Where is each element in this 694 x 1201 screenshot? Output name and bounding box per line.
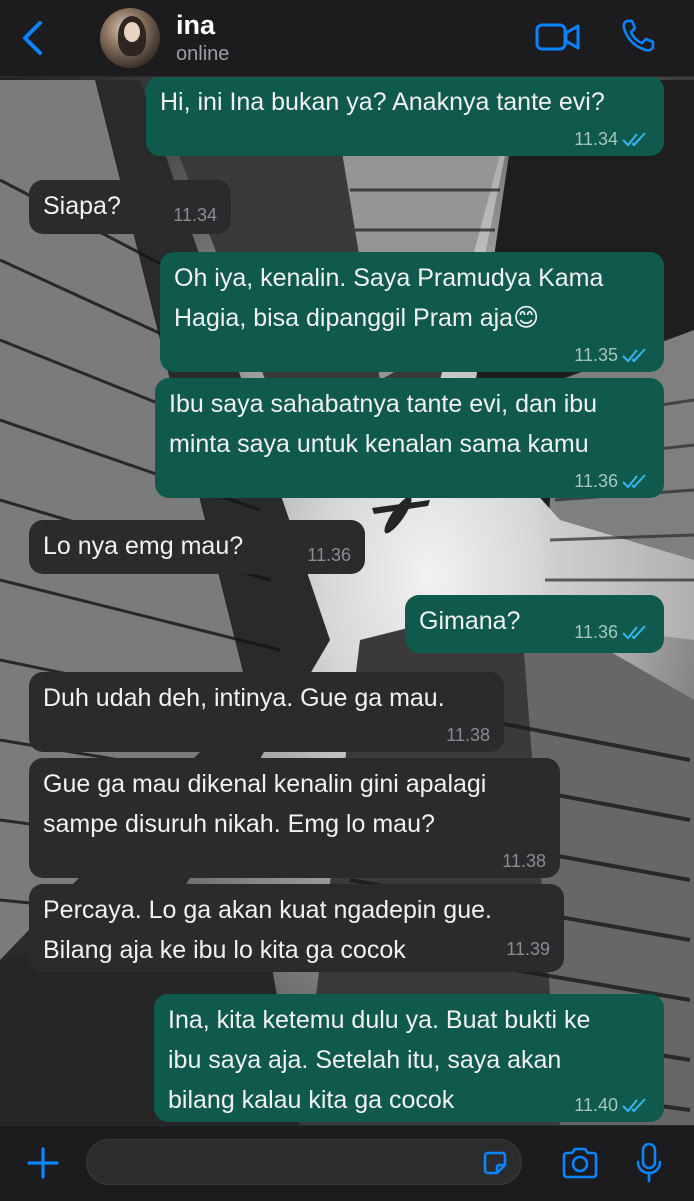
message-meta: 11.36 bbox=[574, 621, 650, 643]
message-text: sampe disuruh nikah. Emg lo mau? bbox=[43, 810, 435, 838]
message-time: 11.38 bbox=[446, 725, 490, 745]
composer-bar bbox=[0, 1125, 694, 1201]
message-time: 11.34 bbox=[173, 205, 217, 225]
message-input[interactable] bbox=[86, 1139, 522, 1185]
message-text: Percaya. Lo ga akan kuat ngadepin gue. bbox=[43, 896, 492, 924]
contact-name[interactable]: ina bbox=[176, 10, 215, 41]
message-incoming[interactable]: Siapa? 11.34 bbox=[29, 180, 231, 234]
message-meta: 11.39 bbox=[506, 938, 550, 960]
message-text: Duh udah deh, intinya. Gue ga mau. bbox=[43, 684, 445, 712]
message-meta: 11.38 bbox=[446, 724, 490, 746]
read-ticks-icon bbox=[622, 1098, 646, 1113]
message-outgoing[interactable]: Ina, kita ketemu dulu ya. Buat bukti ke … bbox=[154, 994, 664, 1122]
message-incoming[interactable]: Lo nya emg mau? 11.36 bbox=[29, 520, 365, 574]
message-time: 11.38 bbox=[502, 851, 546, 871]
message-incoming[interactable]: Percaya. Lo ga akan kuat ngadepin gue. B… bbox=[29, 884, 564, 972]
message-text: Oh iya, kenalin. Saya Pramudya Kama bbox=[174, 264, 604, 292]
message-text: Gue ga mau dikenal kenalin gini apalagi bbox=[43, 770, 487, 798]
message-incoming[interactable]: Duh udah deh, intinya. Gue ga mau. 11.38 bbox=[29, 672, 504, 752]
read-ticks-icon bbox=[622, 625, 646, 640]
read-ticks-icon bbox=[622, 132, 646, 147]
read-ticks-icon bbox=[622, 474, 646, 489]
message-outgoing[interactable]: Gimana? 11.36 bbox=[405, 595, 664, 653]
airplane-silhouette bbox=[372, 496, 430, 534]
message-outgoing[interactable]: Ibu saya sahabatnya tante evi, dan ibu m… bbox=[155, 378, 664, 498]
message-text: Hi, ini Ina bukan ya? Anaknya tante evi? bbox=[160, 88, 605, 116]
message-time: 11.35 bbox=[574, 345, 618, 365]
message-text: minta saya untuk kenalan sama kamu bbox=[169, 430, 589, 458]
message-text: Bilang aja ke ibu lo kita ga cocok bbox=[43, 936, 406, 964]
sticker-icon[interactable] bbox=[480, 1148, 510, 1178]
message-time: 11.39 bbox=[506, 939, 550, 959]
message-outgoing[interactable]: Hi, ini Ina bukan ya? Anaknya tante evi?… bbox=[146, 76, 664, 156]
phone-icon[interactable] bbox=[620, 18, 656, 54]
message-time: 11.34 bbox=[574, 129, 618, 149]
avatar[interactable] bbox=[100, 8, 160, 68]
message-text: Ibu saya sahabatnya tante evi, dan ibu bbox=[169, 390, 598, 418]
read-ticks-icon bbox=[622, 348, 646, 363]
message-text: Ina, kita ketemu dulu ya. Buat bukti ke bbox=[168, 1006, 591, 1034]
message-meta: 11.40 bbox=[574, 1094, 650, 1116]
message-time: 11.36 bbox=[574, 471, 618, 491]
message-time: 11.36 bbox=[307, 545, 351, 565]
message-text: Lo nya emg mau? bbox=[43, 532, 244, 560]
message-time: 11.36 bbox=[574, 622, 618, 642]
chat-header: ina online bbox=[0, 0, 694, 77]
message-text: Hagia, bisa dipanggil Pram aja😊 bbox=[174, 304, 540, 332]
message-meta: 11.34 bbox=[173, 204, 217, 226]
message-meta: 11.34 bbox=[574, 128, 650, 150]
message-incoming[interactable]: Gue ga mau dikenal kenalin gini apalagi … bbox=[29, 758, 560, 878]
message-meta: 11.35 bbox=[574, 344, 650, 366]
video-camera-icon[interactable] bbox=[535, 22, 581, 52]
message-meta: 11.36 bbox=[307, 544, 351, 566]
microphone-icon[interactable] bbox=[636, 1142, 662, 1184]
message-outgoing[interactable]: Oh iya, kenalin. Saya Pramudya Kama Hagi… bbox=[160, 252, 664, 372]
message-text: ibu saya aja. Setelah itu, saya akan bbox=[168, 1046, 562, 1074]
contact-status: online bbox=[176, 43, 230, 65]
chevron-left-icon[interactable] bbox=[20, 20, 44, 56]
message-meta: 11.38 bbox=[502, 850, 546, 872]
camera-icon[interactable] bbox=[560, 1146, 600, 1180]
plus-icon[interactable] bbox=[24, 1144, 62, 1182]
message-time: 11.40 bbox=[574, 1095, 618, 1115]
message-meta: 11.36 bbox=[574, 470, 650, 492]
